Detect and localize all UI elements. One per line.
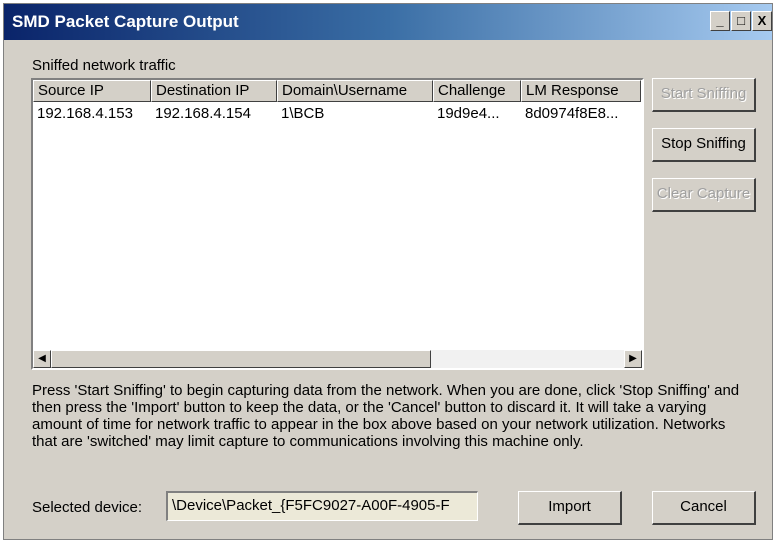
window-title: SMD Packet Capture Output [12,12,239,31]
column-source-ip[interactable]: Source IP [33,80,151,102]
cell-challenge: 19d9e4... [437,105,500,122]
stop-sniffing-button[interactable]: Stop Sniffing [652,128,756,162]
cell-lm-response: 8d0974f8E8... [525,105,619,122]
scroll-right-icon[interactable]: ▶ [624,350,642,368]
cancel-button[interactable]: Cancel [652,491,756,525]
cell-domain-username: 1\BCB [281,105,325,122]
column-domain-username[interactable]: Domain\Username [277,80,433,102]
packet-capture-dialog: SMD Packet Capture Output _ □ X Sniffed … [3,3,773,540]
sniffed-traffic-label: Sniffed network traffic [32,57,176,74]
column-lm-response[interactable]: LM Response [521,80,641,102]
list-header: Source IP Destination IP Domain\Username… [33,80,642,102]
scroll-track[interactable] [431,350,624,368]
title-bar[interactable]: SMD Packet Capture Output _ □ X [4,4,772,40]
import-button[interactable]: Import [518,491,622,525]
selected-device-label: Selected device: [32,499,143,516]
selected-device-field: \Device\Packet_{F5FC9027-A00F-4905-F [166,491,478,521]
cell-destination-ip: 192.168.4.154 [155,105,251,122]
traffic-list[interactable]: Source IP Destination IP Domain\Username… [31,78,644,370]
start-sniffing-button[interactable]: Start Sniffing [652,78,756,112]
horizontal-scrollbar[interactable]: ◀ ▶ [33,350,642,368]
instructions-text: Press 'Start Sniffing' to begin capturin… [32,382,740,450]
minimize-button[interactable]: _ [710,11,730,31]
scroll-left-icon[interactable]: ◀ [33,350,51,368]
column-destination-ip[interactable]: Destination IP [151,80,277,102]
maximize-button[interactable]: □ [731,11,751,31]
close-button[interactable]: X [752,11,772,31]
scroll-thumb[interactable] [51,350,431,368]
table-row[interactable]: 192.168.4.153 192.168.4.154 1\BCB 19d9e4… [33,104,642,124]
cell-source-ip: 192.168.4.153 [37,105,133,122]
column-challenge[interactable]: Challenge [433,80,521,102]
clear-capture-button[interactable]: Clear Capture [652,178,756,212]
